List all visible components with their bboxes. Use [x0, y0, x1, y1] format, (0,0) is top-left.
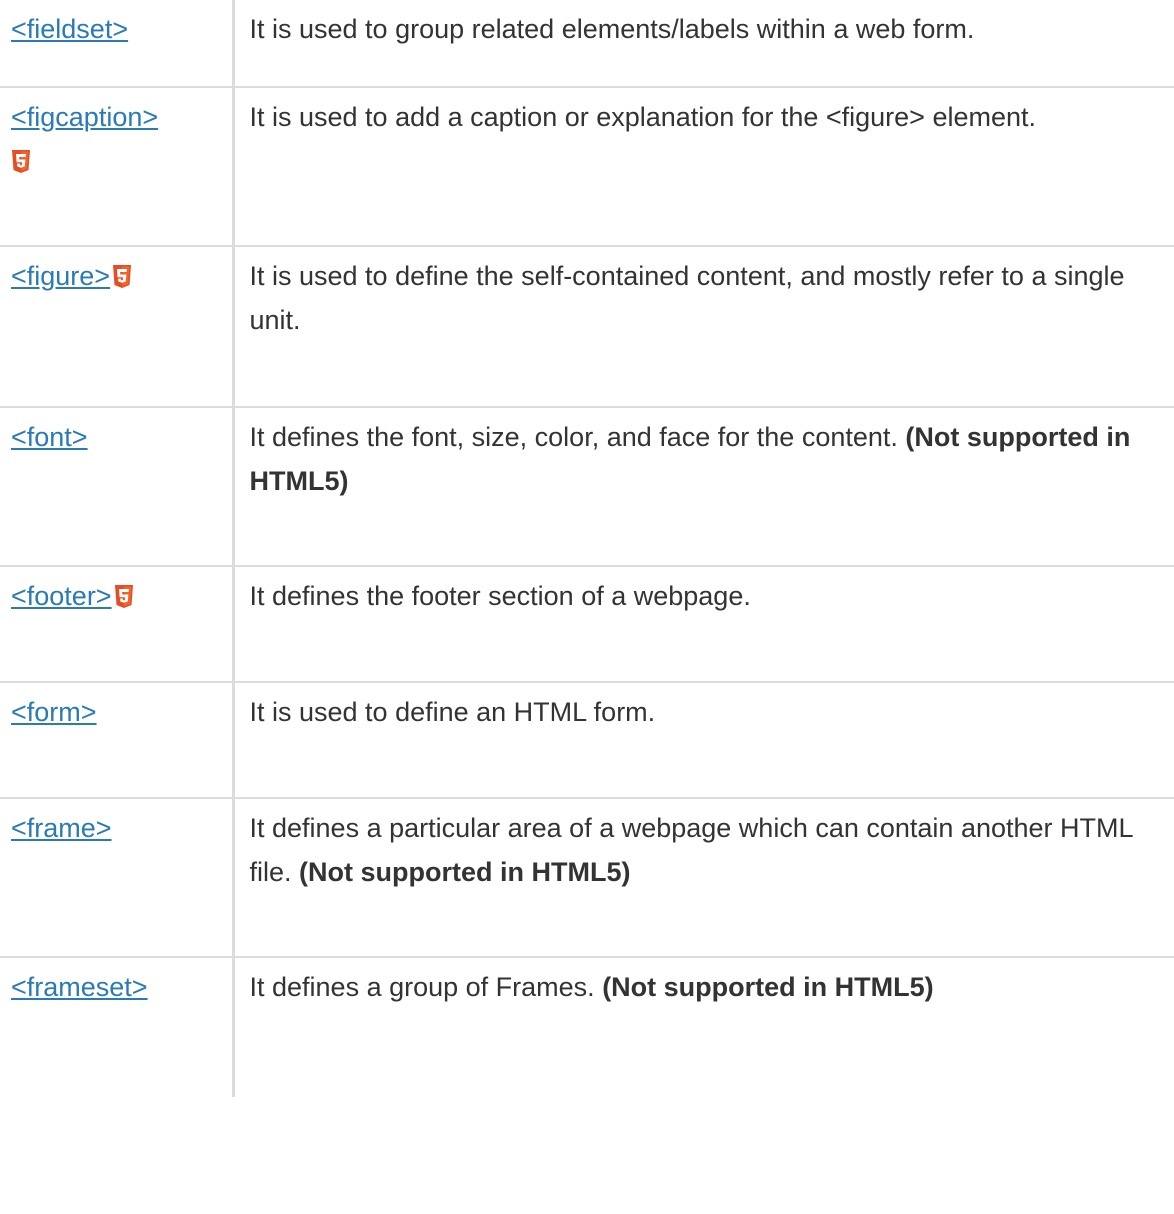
tag-link-figure[interactable]: <figure>: [11, 261, 110, 291]
table-row: <figure> It is used to define the self-c…: [0, 245, 1174, 408]
html5-icon: [11, 150, 31, 173]
tag-link-frameset[interactable]: <frameset>: [11, 972, 148, 1002]
tag-description: It is used to define an HTML form.: [249, 697, 656, 727]
tag-description: It is used to group related elements/lab…: [249, 14, 975, 44]
tag-link-figcaption[interactable]: <figcaption>: [11, 102, 158, 132]
not-supported-note: (Not supported in HTML5): [299, 857, 631, 887]
table-row: <frame> It defines a particular area of …: [0, 797, 1174, 958]
tag-description: It is used to add a caption or explanati…: [249, 102, 1037, 132]
table-row: <frameset> It defines a group of Frames.…: [0, 956, 1174, 1097]
tag-description: It defines the footer section of a webpa…: [249, 581, 751, 611]
html5-icon: [114, 585, 134, 608]
tag-link-footer[interactable]: <footer>: [11, 581, 112, 611]
table-row: <footer> It defines the footer section o…: [0, 565, 1174, 683]
tag-link-form[interactable]: <form>: [11, 697, 97, 727]
tag-link-font[interactable]: <font>: [11, 422, 88, 452]
table-row: <font> It defines the font, size, color,…: [0, 406, 1174, 567]
table-row: <form> It is used to define an HTML form…: [0, 681, 1174, 799]
tag-description: It is used to define the self-contained …: [249, 261, 1125, 335]
html-tags-table: <fieldset> It is used to group related e…: [0, 0, 1174, 1097]
html5-icon: [112, 265, 132, 288]
tag-link-fieldset[interactable]: <fieldset>: [11, 14, 128, 44]
table-row: <figcaption> It is used to add a caption…: [0, 86, 1174, 247]
table-row: <fieldset> It is used to group related e…: [0, 0, 1174, 88]
not-supported-note: (Not supported in HTML5): [602, 972, 934, 1002]
tag-description: It defines the font, size, color, and fa…: [249, 422, 906, 452]
tag-link-frame[interactable]: <frame>: [11, 813, 112, 843]
tag-description: It defines a group of Frames.: [249, 972, 603, 1002]
